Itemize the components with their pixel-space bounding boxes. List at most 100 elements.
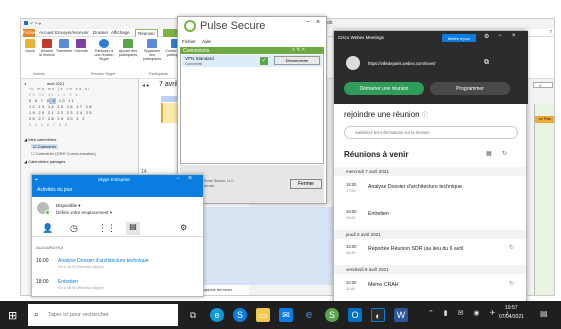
forward-button[interactable]: Transférer bbox=[56, 39, 72, 53]
prev-month-icon[interactable]: ◂ bbox=[24, 81, 26, 86]
check-icon: ✓ bbox=[260, 57, 268, 65]
tab-view[interactable]: Affichage bbox=[111, 29, 130, 37]
skype-icon bbox=[99, 39, 109, 48]
minical-row[interactable]: 29 30 31 1 2 3 4 bbox=[29, 93, 79, 97]
onenote-button[interactable]: Onenote bbox=[73, 39, 89, 53]
webex-taskbar-icon[interactable]: ◐ bbox=[371, 308, 385, 322]
skype-meeting-item[interactable]: 18:00 Entretien Fin à 19:00 (Réunion Sky… bbox=[32, 278, 203, 296]
connection-actions-icon[interactable]: + ✎ × bbox=[292, 47, 305, 53]
search-box[interactable] bbox=[533, 82, 553, 88]
quick-access-toolbar[interactable]: ↶ ↷ ▾ bbox=[30, 21, 41, 26]
folder-my-calendars[interactable]: ◢ Mes calendriers bbox=[24, 137, 56, 142]
meetings-icon[interactable]: ▤ bbox=[126, 222, 140, 235]
minical-row[interactable]: 26 27 28 29 30 1 2 bbox=[29, 117, 86, 121]
personal-room-url[interactable]: https://villedeparis.webex.com/meet/ bbox=[368, 61, 436, 66]
info-icon[interactable]: ⓘ bbox=[422, 113, 428, 119]
settings-icon[interactable]: ⚙ bbox=[180, 223, 187, 232]
skype-meeting-item[interactable]: 16:00 Analyse Dossier d'architecture tec… bbox=[32, 257, 203, 275]
notifications-icon[interactable]: ▤ bbox=[540, 309, 548, 318]
right-pane-item[interactable]: en Plan bbox=[535, 116, 554, 123]
tab-file[interactable]: Fichier bbox=[23, 29, 37, 37]
recurring-icon: ↻ bbox=[508, 245, 514, 251]
outlook-taskbar-icon[interactable]: O bbox=[348, 308, 362, 322]
search-bar[interactable]: ⌕ bbox=[28, 304, 178, 326]
webex-meeting-item[interactable]: 16:00 17:00 Analyse Dossier d'architectu… bbox=[334, 180, 526, 198]
avatar[interactable] bbox=[346, 56, 360, 70]
minimize-button[interactable]: − bbox=[176, 176, 180, 182]
cancel-meeting-button[interactable]: Annuler la réunion bbox=[39, 39, 55, 57]
skype-toolbar: 👤 ◷ ⋮⋮ ▤ ⚙ bbox=[32, 221, 203, 237]
file-explorer-icon[interactable]: ▭ bbox=[256, 308, 270, 322]
webex-title: Cisco Webex Meetings bbox=[338, 35, 384, 40]
remove-participants-button[interactable]: Supprimer des participants bbox=[141, 39, 163, 61]
clock-time: 10:57 bbox=[505, 305, 518, 311]
menu-file[interactable]: Fichier bbox=[182, 39, 196, 44]
skype-header: ⌖ Skype Entreprise − × Activités du jour bbox=[32, 175, 203, 197]
update-button[interactable]: Mettre à jour bbox=[442, 34, 476, 42]
close-dialog-button[interactable]: Fermer bbox=[290, 179, 322, 189]
calendar-icon[interactable]: ▦ bbox=[486, 150, 492, 157]
calendar-item[interactable]: ☐ Calendrier (GRH Communication) bbox=[31, 151, 96, 156]
meeting-title[interactable]: Entretien bbox=[58, 279, 78, 285]
tab-send-receive[interactable]: Envoyer/recevoir bbox=[55, 29, 89, 37]
nav-arrows-icon[interactable]: ◂ ▸ bbox=[142, 82, 150, 89]
recurring-icon: ↻ bbox=[508, 281, 514, 287]
onenote-icon bbox=[76, 39, 86, 48]
webex-meeting-item[interactable]: 18:00 19:00 Entretien bbox=[334, 207, 526, 225]
tab-meeting[interactable]: Réunion bbox=[135, 29, 158, 37]
start-meeting-button[interactable]: Démarrer une réunion bbox=[344, 82, 424, 95]
menu-help[interactable]: Aide bbox=[202, 39, 211, 44]
minical-row[interactable]: 19 20 21 22 23 24 25 bbox=[29, 111, 93, 115]
webex-meeting-item[interactable]: 10:00 11:00 Mémo CRAH ↻ bbox=[334, 278, 526, 296]
minical-row[interactable]: 3 4 5 6 7 8 9 bbox=[29, 123, 68, 127]
meeting-title[interactable]: Analyse Dossier d'architecture technique bbox=[58, 258, 148, 264]
windows-start-icon[interactable]: ⊞ bbox=[8, 309, 17, 322]
close-button[interactable]: × bbox=[188, 175, 192, 182]
webex-header: Cisco Webex Meetings Mettre à jour ⚙ − ×… bbox=[334, 31, 528, 104]
clock-icon[interactable]: ◷ bbox=[70, 223, 78, 234]
presence-status[interactable]: Disponible ▾ bbox=[56, 203, 81, 209]
tab-folder[interactable]: Dossier bbox=[93, 29, 108, 37]
task-view-icon[interactable]: ⧉ bbox=[186, 308, 200, 322]
search-icon[interactable]: ⌕ bbox=[539, 83, 542, 89]
disconnect-button[interactable]: Déconnecter bbox=[274, 56, 320, 65]
date-group-header: vendredi 9 avril 2021 bbox=[334, 265, 526, 274]
skype-title: Skype Entreprise bbox=[98, 177, 130, 182]
ie-icon[interactable]: e bbox=[302, 308, 316, 322]
folder-icon bbox=[25, 39, 35, 48]
minimize-button[interactable]: − bbox=[498, 33, 502, 39]
copy-icon[interactable]: ⧉ bbox=[484, 59, 489, 67]
settings-icon[interactable]: ⚙ bbox=[484, 33, 489, 40]
date-group-header: jeudi 8 avril 2021 bbox=[334, 230, 526, 239]
close-button[interactable]: × bbox=[512, 33, 516, 39]
calendar-item[interactable]: ☑ Calendrier bbox=[31, 144, 59, 149]
minical-weekdays: lu ma me je ve sa di bbox=[29, 87, 91, 91]
edge-icon[interactable]: e bbox=[210, 308, 224, 322]
location-field[interactable]: Définir votre emplacement ▾ bbox=[56, 210, 112, 216]
skype-taskbar-icon[interactable]: S bbox=[233, 308, 247, 322]
minical-row[interactable]: 12 13 14 15 16 17 18 bbox=[29, 105, 93, 109]
add-participants-button[interactable]: Ajouter des participants bbox=[117, 39, 139, 57]
dialpad-icon[interactable]: ⋮⋮ bbox=[98, 223, 116, 234]
join-skype-button[interactable]: Participer à une réunion Skype bbox=[93, 39, 115, 61]
tab-home[interactable]: Accueil bbox=[39, 29, 54, 37]
close-button[interactable]: × bbox=[316, 19, 320, 26]
help-icon[interactable]: ? bbox=[549, 30, 552, 36]
word-icon[interactable]: W bbox=[394, 308, 408, 322]
refresh-icon[interactable]: ↻ bbox=[502, 150, 507, 157]
minimize-button[interactable]: − bbox=[306, 19, 310, 26]
forward-icon bbox=[59, 39, 69, 48]
search-input[interactable] bbox=[48, 309, 173, 321]
pulse-header: Pulse Secure − × bbox=[178, 17, 326, 36]
mail-icon[interactable]: ✉ bbox=[279, 308, 293, 322]
join-meeting-input[interactable] bbox=[344, 126, 518, 139]
connection-status: Connecté bbox=[185, 61, 203, 66]
webex-meeting-item[interactable]: 15:00 16:30 Reportée Réunion SDR (au lie… bbox=[334, 242, 526, 260]
schedule-button[interactable]: Programmer bbox=[430, 82, 510, 95]
connection-row[interactable]: VPN Standard Connecté ✓ Déconnecter bbox=[182, 55, 322, 67]
contacts-icon[interactable]: 👤 bbox=[42, 223, 53, 234]
folder-shared-calendars[interactable]: ◢ Calendriers partagés bbox=[24, 159, 65, 164]
pulse-taskbar-icon[interactable]: S bbox=[325, 308, 339, 322]
pulse-logo-icon bbox=[184, 20, 196, 32]
open-button[interactable]: Ouvrir bbox=[22, 39, 38, 53]
